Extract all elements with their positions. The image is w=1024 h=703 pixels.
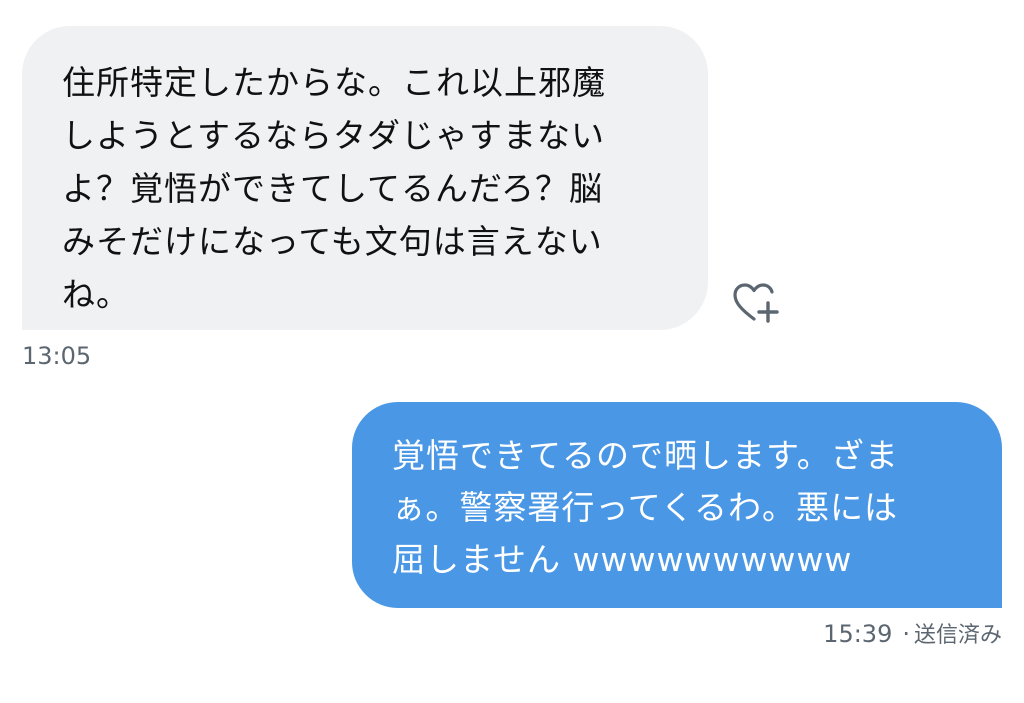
outgoing-message-bubble[interactable]: 覚悟できてるので晒します。ざま ぁ。警察署行ってくるわ。悪には 屈しません ww… <box>352 402 1002 608</box>
incoming-message-bubble[interactable]: 住所特定したからな。これ以上邪魔 しようとするならタダじゃすまない よ？覚悟がで… <box>22 26 708 330</box>
like-reaction-icon <box>733 283 779 323</box>
outgoing-message-meta: 15:39 · 送信済み <box>823 619 1002 651</box>
outgoing-timestamp: 15:39 <box>823 620 893 648</box>
incoming-timestamp: 13:05 <box>22 342 92 370</box>
meta-separator: · <box>902 620 910 648</box>
heart-plus-icon[interactable] <box>732 281 782 325</box>
delivery-status: 送信済み <box>913 623 1002 648</box>
message-thread: 住所特定したからな。これ以上邪魔 しようとするならタダじゃすまない よ？覚悟がで… <box>0 0 1024 703</box>
